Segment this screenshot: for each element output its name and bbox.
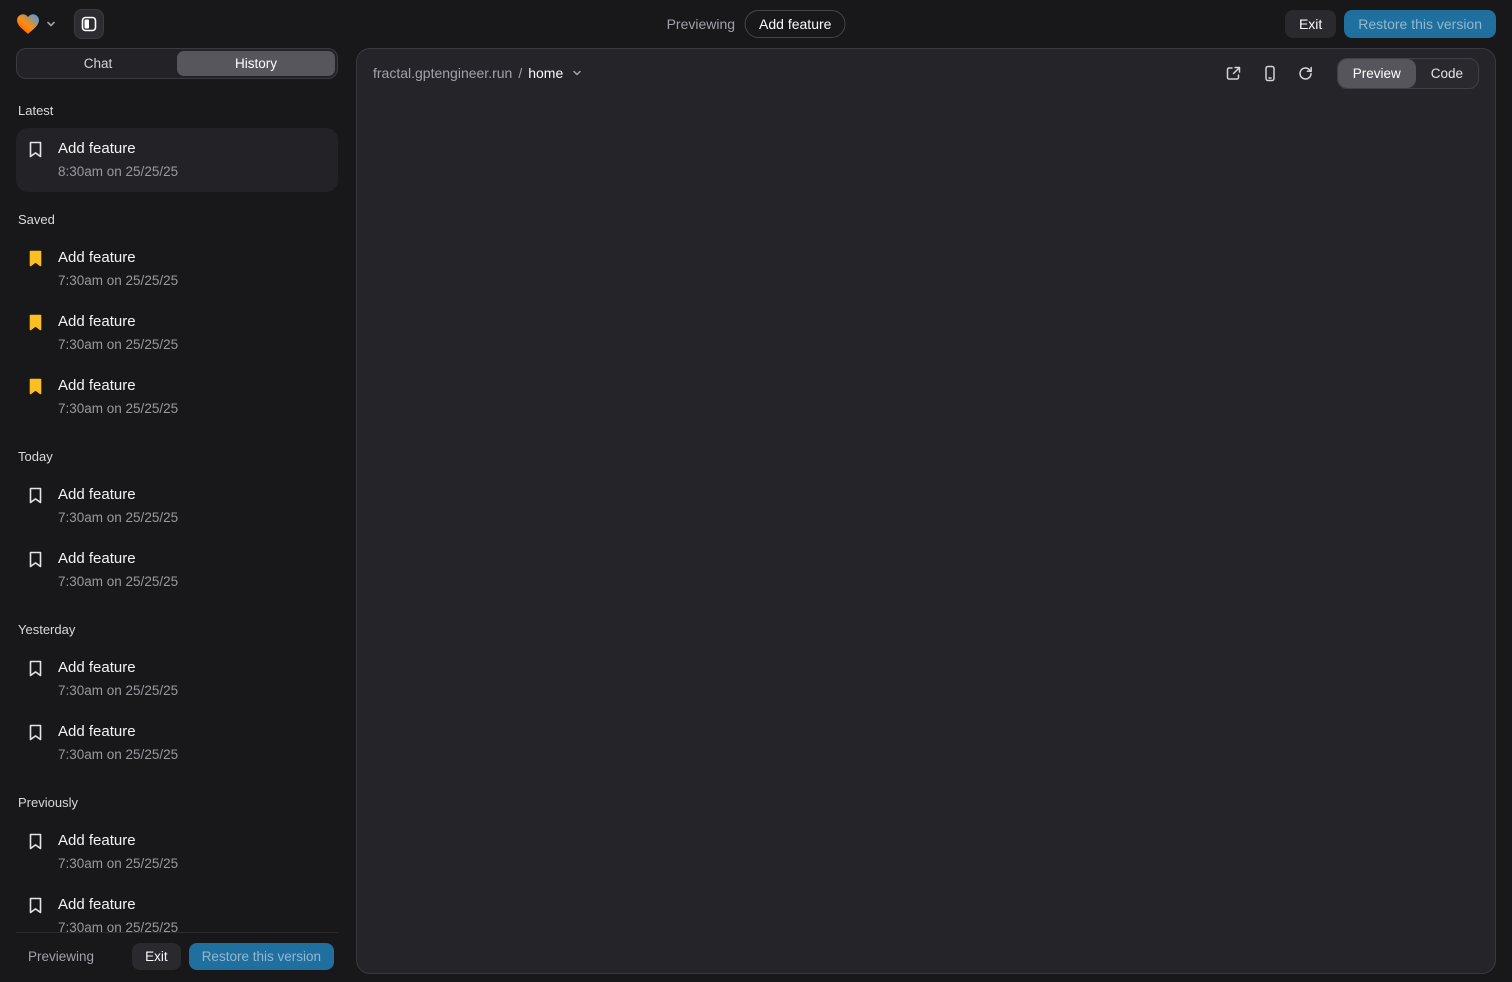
restore-version-button[interactable]: Restore this version bbox=[1344, 10, 1496, 38]
history-item-time: 7:30am on 25/25/25 bbox=[58, 508, 326, 528]
history-item-time: 7:30am on 25/25/25 bbox=[58, 271, 326, 291]
sidebar-toggle-button[interactable] bbox=[74, 9, 104, 39]
lovable-logo-icon[interactable] bbox=[16, 12, 40, 36]
refresh-button[interactable] bbox=[1295, 62, 1317, 84]
history-item[interactable]: Add feature 7:30am on 25/25/25 bbox=[16, 647, 338, 711]
bookmark-icon[interactable] bbox=[28, 551, 50, 568]
history-item[interactable]: Add feature 8:30am on 25/25/25 bbox=[16, 128, 338, 192]
tab-preview[interactable]: Preview bbox=[1338, 59, 1416, 88]
sidebar-tabs: Chat History bbox=[16, 48, 338, 79]
preview-viewport[interactable] bbox=[357, 97, 1495, 973]
view-mode-tabs: Preview Code bbox=[1337, 58, 1479, 89]
chevron-down-icon[interactable] bbox=[46, 19, 56, 29]
history-item[interactable]: Add feature 7:30am on 25/25/25 bbox=[16, 365, 338, 429]
bookmark-icon[interactable] bbox=[28, 141, 50, 158]
history-item-title: Add feature bbox=[58, 247, 326, 269]
sidebar-footer: Previewing Exit Restore this version bbox=[16, 932, 338, 982]
history-item-title: Add feature bbox=[58, 548, 326, 570]
refresh-icon bbox=[1297, 65, 1314, 82]
previewing-label: Previewing bbox=[667, 16, 735, 32]
history-sidebar: Chat History Latest Add feature 8:30am o… bbox=[16, 48, 338, 982]
top-bar: Previewing Add feature Exit Restore this… bbox=[0, 0, 1512, 48]
history-item-title: Add feature bbox=[58, 721, 326, 743]
url-host: fractal.gptengineer.run bbox=[373, 65, 512, 81]
smartphone-icon bbox=[1262, 65, 1278, 82]
history-item-title: Add feature bbox=[58, 484, 326, 506]
section-label-today: Today bbox=[18, 449, 336, 464]
footer-restore-version-button[interactable]: Restore this version bbox=[189, 943, 334, 970]
version-history-list: Latest Add feature 8:30am on 25/25/25 Sa… bbox=[16, 79, 338, 932]
external-link-icon bbox=[1225, 65, 1242, 82]
history-item-title: Add feature bbox=[58, 830, 326, 852]
bookmark-icon[interactable] bbox=[28, 897, 50, 914]
chevron-down-icon[interactable] bbox=[571, 67, 583, 79]
history-item-time: 7:30am on 25/25/25 bbox=[58, 335, 326, 355]
history-item-title: Add feature bbox=[58, 375, 326, 397]
history-item-time: 8:30am on 25/25/25 bbox=[58, 162, 326, 182]
preview-panel: fractal.gptengineer.run / home bbox=[356, 48, 1496, 974]
section-label-saved: Saved bbox=[18, 212, 336, 227]
history-item-title: Add feature bbox=[58, 894, 326, 916]
history-item[interactable]: Add feature 7:30am on 25/25/25 bbox=[16, 820, 338, 884]
history-item-time: 7:30am on 25/25/25 bbox=[58, 572, 326, 592]
preview-header: fractal.gptengineer.run / home bbox=[357, 49, 1495, 97]
history-item-time: 7:30am on 25/25/25 bbox=[58, 745, 326, 765]
open-external-button[interactable] bbox=[1223, 62, 1245, 84]
tab-history[interactable]: History bbox=[177, 51, 335, 76]
mobile-view-button[interactable] bbox=[1259, 62, 1281, 84]
bookmark-icon[interactable] bbox=[28, 487, 50, 504]
section-label-previously: Previously bbox=[18, 795, 336, 810]
bookmark-icon[interactable] bbox=[28, 660, 50, 677]
history-item[interactable]: Add feature 7:30am on 25/25/25 bbox=[16, 538, 338, 602]
history-item-time: 7:30am on 25/25/25 bbox=[58, 854, 326, 874]
topbar-actions: Exit Restore this version bbox=[1285, 10, 1496, 38]
history-item[interactable]: Add feature 7:30am on 25/25/25 bbox=[16, 237, 338, 301]
history-item[interactable]: Add feature 7:30am on 25/25/25 bbox=[16, 301, 338, 365]
section-label-yesterday: Yesterday bbox=[18, 622, 336, 637]
footer-previewing-label: Previewing bbox=[28, 949, 94, 964]
url-separator: / bbox=[518, 65, 522, 81]
version-badge[interactable]: Add feature bbox=[745, 10, 845, 38]
bookmark-icon[interactable] bbox=[28, 724, 50, 741]
tab-code[interactable]: Code bbox=[1416, 59, 1478, 88]
brand bbox=[16, 9, 104, 39]
preview-url: fractal.gptengineer.run / home bbox=[373, 65, 583, 81]
history-item-time: 7:30am on 25/25/25 bbox=[58, 681, 326, 701]
history-item-time: 7:30am on 25/25/25 bbox=[58, 918, 326, 932]
history-item[interactable]: Add feature 7:30am on 25/25/25 bbox=[16, 474, 338, 538]
footer-exit-button[interactable]: Exit bbox=[132, 943, 181, 970]
history-item-title: Add feature bbox=[58, 311, 326, 333]
bookmark-saved-icon[interactable] bbox=[28, 250, 50, 267]
previewing-status: Previewing Add feature bbox=[667, 0, 846, 48]
history-item[interactable]: Add feature 7:30am on 25/25/25 bbox=[16, 711, 338, 775]
panel-left-icon bbox=[81, 16, 97, 32]
exit-button[interactable]: Exit bbox=[1285, 10, 1336, 38]
preview-actions: Preview Code bbox=[1223, 58, 1479, 89]
history-item-title: Add feature bbox=[58, 138, 326, 160]
section-label-latest: Latest bbox=[18, 103, 336, 118]
bookmark-saved-icon[interactable] bbox=[28, 314, 50, 331]
history-item-time: 7:30am on 25/25/25 bbox=[58, 399, 326, 419]
url-page: home bbox=[528, 65, 563, 81]
bookmark-icon[interactable] bbox=[28, 833, 50, 850]
bookmark-saved-icon[interactable] bbox=[28, 378, 50, 395]
tab-chat[interactable]: Chat bbox=[19, 51, 177, 76]
history-item-title: Add feature bbox=[58, 657, 326, 679]
history-item[interactable]: Add feature 7:30am on 25/25/25 bbox=[16, 884, 338, 932]
